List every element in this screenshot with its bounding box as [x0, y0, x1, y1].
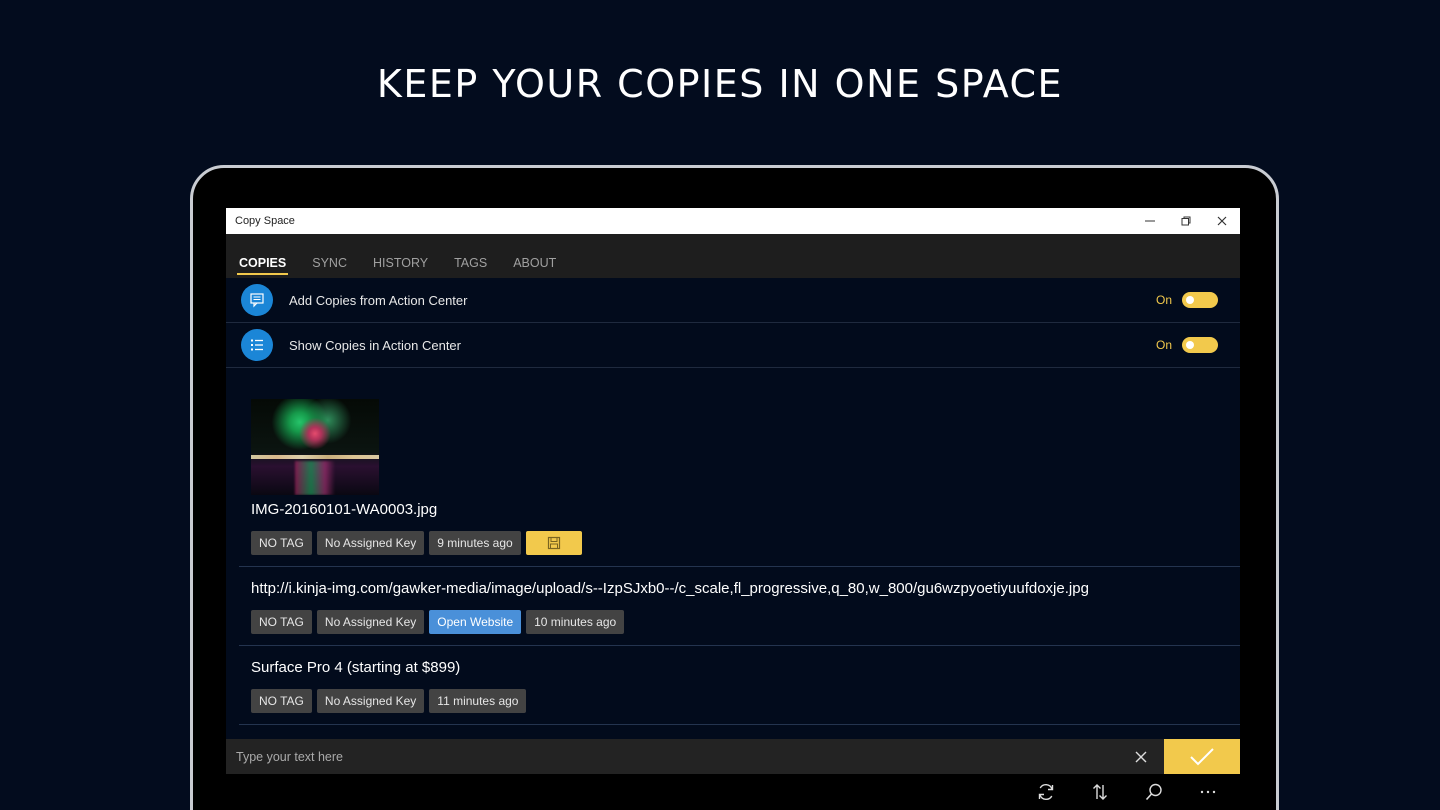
window-controls: [1132, 208, 1240, 234]
copy-title: http://i.kinja-img.com/gawker-media/imag…: [251, 580, 1089, 597]
message-icon: [241, 284, 273, 316]
sort-button[interactable]: [1073, 774, 1127, 810]
app-window: Copy Space COPIES SYNC HISTORY TAGS ABOU…: [226, 208, 1240, 810]
key-chip[interactable]: No Assigned Key: [316, 610, 425, 634]
copy-title: Surface Pro 4 (starting at $899): [251, 659, 461, 676]
search-button[interactable]: [1127, 774, 1181, 810]
clear-input-button[interactable]: [1125, 739, 1157, 774]
copy-text-input[interactable]: [226, 739, 1125, 774]
promo-headline: KEEP YOUR COPIES IN ONE SPACE: [376, 62, 1064, 106]
close-icon: [1217, 216, 1227, 226]
toggle-knob: [1186, 341, 1194, 349]
setting-add-from-action-center: Add Copies from Action Center On: [226, 278, 1240, 323]
bottom-app-bar: [226, 774, 1240, 810]
add-copy-button[interactable]: [1164, 739, 1240, 774]
chip-row: NO TAG No Assigned Key 11 minutes ago: [251, 689, 1240, 713]
search-icon: [1145, 783, 1162, 801]
toggle-state: On: [1155, 338, 1172, 352]
setting-label: Add Copies from Action Center: [289, 292, 468, 308]
list-item[interactable]: Surface Pro 4 (starting at $899) NO TAG …: [239, 646, 1240, 725]
tag-chip[interactable]: NO TAG: [251, 689, 312, 713]
chip-row: NO TAG No Assigned Key 9 minutes ago: [251, 531, 1240, 555]
tab-tags[interactable]: TAGS: [454, 256, 487, 278]
tab-history[interactable]: HISTORY: [373, 256, 428, 278]
tag-chip[interactable]: NO TAG: [251, 531, 312, 555]
copies-list: IMG-20160101-WA0003.jpg NO TAG No Assign…: [226, 369, 1240, 725]
text-input-bar: [226, 739, 1240, 774]
refresh-icon: [1038, 783, 1054, 801]
time-chip: 9 minutes ago: [429, 531, 521, 555]
time-chip: 11 minutes ago: [429, 689, 527, 713]
list-item[interactable]: IMG-20160101-WA0003.jpg NO TAG No Assign…: [239, 369, 1240, 567]
tab-sync[interactable]: SYNC: [312, 256, 347, 278]
setting-label: Show Copies in Action Center: [289, 337, 461, 353]
list-item[interactable]: http://i.kinja-img.com/gawker-media/imag…: [239, 567, 1240, 646]
add-copies-toggle[interactable]: [1182, 292, 1218, 308]
setting-show-in-action-center: Show Copies in Action Center On: [226, 323, 1240, 368]
tab-copies[interactable]: COPIES: [236, 256, 289, 278]
minimize-icon: [1145, 220, 1155, 222]
fireworks-thumbnail: [251, 399, 379, 495]
toggle-state: On: [1155, 293, 1172, 307]
chip-row: NO TAG No Assigned Key Open Website 10 m…: [251, 610, 1240, 634]
open-website-button[interactable]: Open Website: [429, 610, 522, 634]
restore-icon: [1181, 216, 1191, 226]
title-bar: Copy Space: [226, 208, 1240, 234]
copy-title: IMG-20160101-WA0003.jpg: [251, 501, 438, 518]
close-icon: [1135, 751, 1147, 762]
show-copies-toggle[interactable]: [1182, 337, 1218, 353]
sort-icon: [1093, 784, 1107, 800]
toggle-knob: [1186, 296, 1194, 304]
tag-chip[interactable]: NO TAG: [251, 610, 312, 634]
window-title: Copy Space: [235, 215, 295, 227]
close-button[interactable]: [1204, 208, 1240, 234]
save-icon: [547, 536, 560, 550]
checkmark-icon: [1190, 747, 1214, 765]
more-icon: [1200, 790, 1216, 794]
minimize-button[interactable]: [1132, 208, 1168, 234]
more-button[interactable]: [1181, 774, 1235, 810]
save-button[interactable]: [525, 531, 582, 555]
restore-button[interactable]: [1168, 208, 1204, 234]
time-chip: 10 minutes ago: [526, 610, 625, 634]
tab-about[interactable]: ABOUT: [513, 256, 556, 278]
tab-bar: COPIES SYNC HISTORY TAGS ABOUT: [226, 234, 1240, 278]
list-icon: [241, 329, 273, 361]
key-chip[interactable]: No Assigned Key: [316, 689, 425, 713]
sync-button[interactable]: [1019, 774, 1073, 810]
key-chip[interactable]: No Assigned Key: [316, 531, 425, 555]
